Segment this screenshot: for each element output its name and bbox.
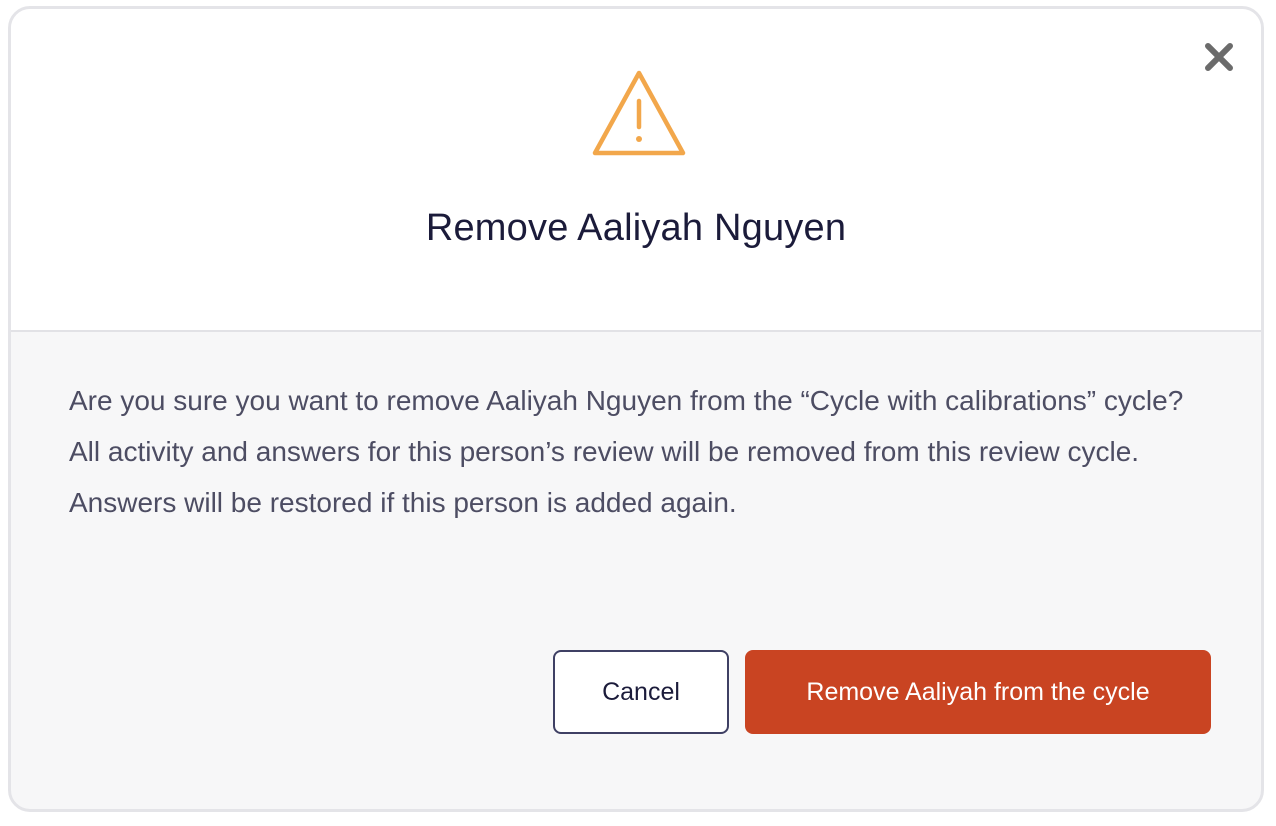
dialog-header: Remove Aaliyah Nguyen	[11, 9, 1261, 332]
close-icon	[1205, 43, 1233, 71]
cancel-button[interactable]: Cancel	[553, 650, 729, 734]
dialog-message: Are you sure you want to remove Aaliyah …	[69, 385, 1184, 518]
close-button[interactable]	[1201, 39, 1237, 75]
dialog-title: Remove Aaliyah Nguyen	[425, 207, 847, 249]
remove-from-cycle-button[interactable]: Remove Aaliyah from the cycle	[745, 650, 1211, 734]
warning-triangle-icon	[592, 70, 686, 156]
remove-person-dialog: Remove Aaliyah Nguyen Are you sure you w…	[8, 6, 1264, 812]
